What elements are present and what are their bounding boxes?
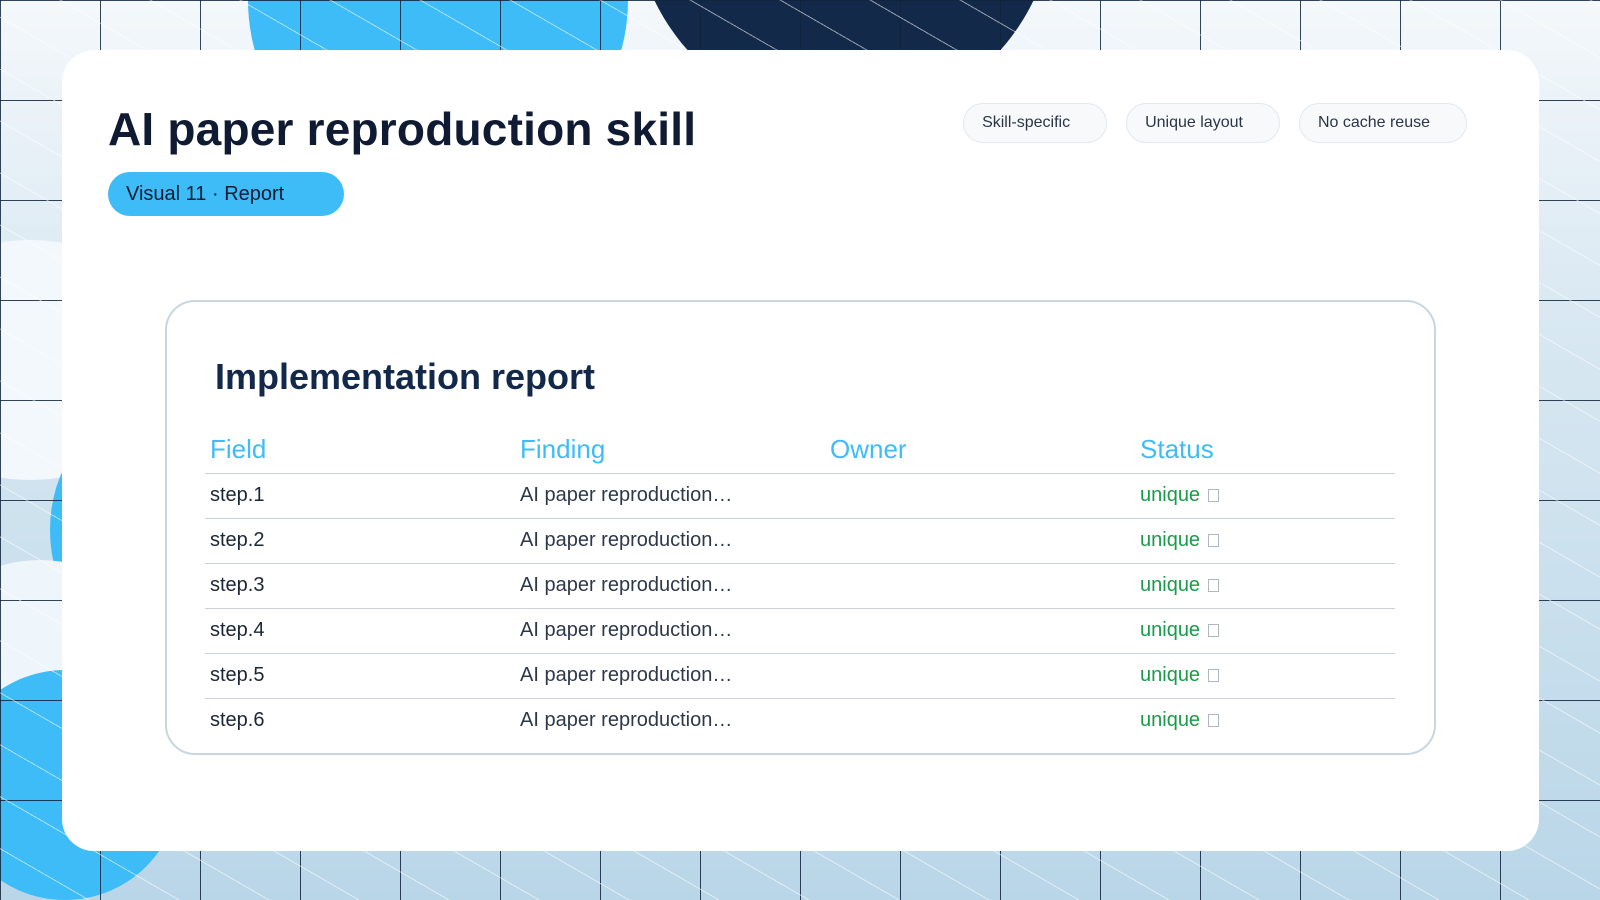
status-text: unique [1140, 529, 1201, 551]
status-text: unique [1140, 664, 1201, 686]
cell-status: unique [1135, 518, 1395, 564]
cell-finding: AI paper reproduction… [520, 709, 733, 732]
missing-glyph-icon [1208, 534, 1220, 547]
table-row: step.3 AI paper reproduction… unique [205, 563, 1395, 609]
column-header-finding: Finding [515, 428, 825, 474]
status-text: unique [1140, 619, 1201, 641]
visual-label-pill: Visual 11 · Report [108, 172, 344, 216]
table-row: step.2 AI paper reproduction… unique [205, 518, 1395, 564]
table-row: step.6 AI paper reproduction… unique [205, 698, 1395, 743]
report-title: Implementation report [215, 356, 596, 397]
cell-owner [825, 518, 1135, 564]
missing-glyph-icon [1208, 714, 1220, 728]
cell-status: unique [1135, 698, 1395, 743]
missing-glyph-icon [1208, 669, 1220, 682]
cell-owner [825, 608, 1135, 654]
missing-glyph-icon [1208, 579, 1220, 592]
cell-field: step.1 [205, 473, 515, 519]
table-header-row: Field Finding Owner Status [205, 428, 1395, 474]
cell-finding: AI paper reproduction… [515, 518, 825, 564]
cell-finding: AI paper reproduction… [515, 653, 825, 699]
missing-glyph-icon [1208, 489, 1220, 502]
cell-status: unique [1135, 563, 1395, 609]
tag-skill-specific: Skill-specific [963, 103, 1108, 143]
status-text: unique [1140, 574, 1201, 596]
cell-field: step.2 [205, 518, 515, 564]
cell-owner [825, 473, 1135, 519]
report-panel: Implementation report Field Finding Owne… [165, 300, 1436, 755]
cell-status: unique [1135, 608, 1395, 654]
report-table: Field Finding Owner Status step.1 AI pap… [205, 428, 1395, 743]
table-row: step.4 AI paper reproduction… unique [205, 608, 1395, 654]
cell-finding: AI paper reproduction… [515, 608, 825, 654]
cell-field: step.3 [205, 563, 515, 609]
column-header-owner: Owner [825, 428, 1135, 474]
cell-field: step.6 [210, 709, 265, 732]
cell-finding: AI paper reproduction… [515, 473, 825, 519]
table-row: step.1 AI paper reproduction… unique [205, 473, 1395, 519]
status-text: unique [1140, 709, 1201, 732]
cell-owner [825, 563, 1135, 609]
tag-list: Skill-specific Unique layout No cache re… [963, 103, 1467, 143]
page-title: AI paper reproduction skill [108, 103, 697, 155]
cell-status: unique [1135, 473, 1395, 519]
missing-glyph-icon [1208, 624, 1220, 637]
cell-field: step.5 [205, 653, 515, 699]
tag-unique-layout: Unique layout [1126, 103, 1280, 143]
column-header-field: Field [205, 428, 515, 474]
cell-owner [825, 653, 1135, 699]
cell-status: unique [1135, 653, 1395, 699]
column-header-status: Status [1135, 428, 1395, 474]
table-row: step.5 AI paper reproduction… unique [205, 653, 1395, 699]
cell-field: step.4 [205, 608, 515, 654]
status-text: unique [1140, 484, 1201, 506]
tag-no-cache-reuse: No cache reuse [1298, 103, 1467, 143]
main-card: AI paper reproduction skill Visual 11 · … [62, 50, 1539, 851]
cell-owner [825, 698, 1135, 743]
cell-finding: AI paper reproduction… [515, 563, 825, 609]
